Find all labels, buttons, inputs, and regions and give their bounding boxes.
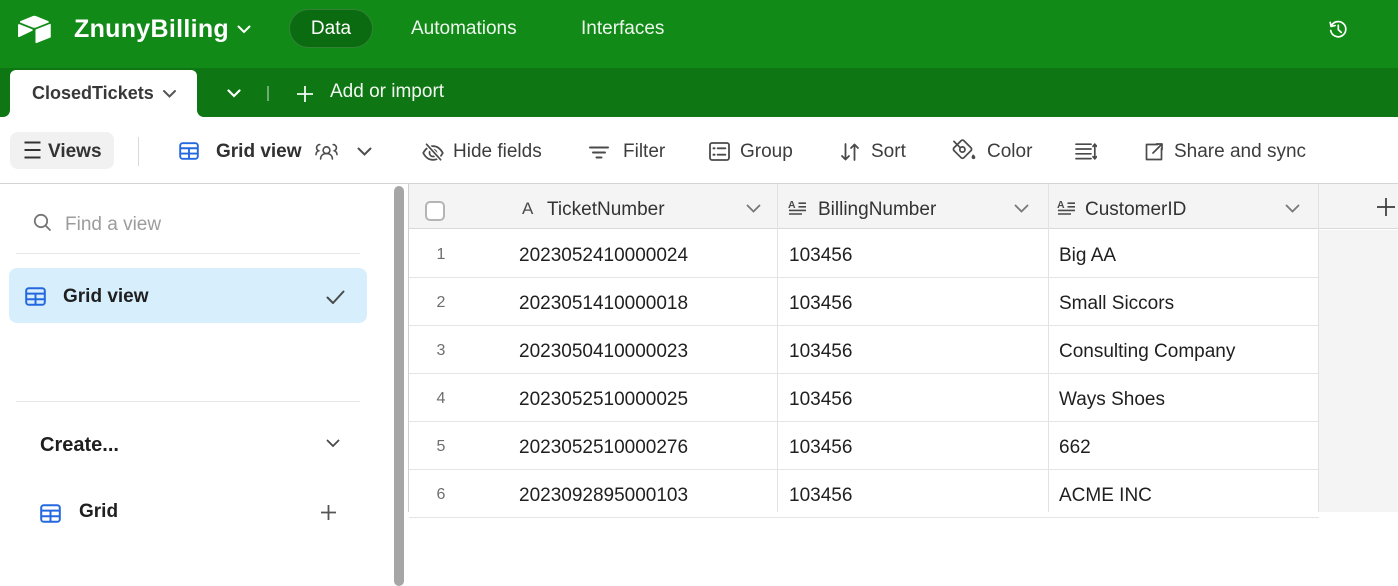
svg-text:A: A <box>1057 200 1065 211</box>
svg-text:A: A <box>788 200 796 211</box>
